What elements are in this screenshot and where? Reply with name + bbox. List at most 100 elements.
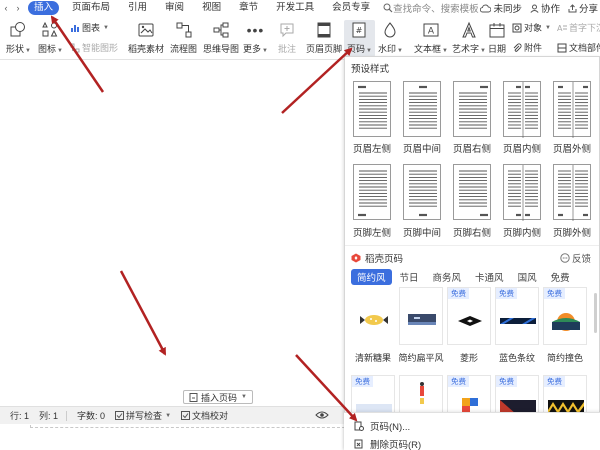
tab-member[interactable]: 会员专享 — [323, 1, 379, 15]
more-label: 更多 — [243, 44, 262, 54]
thumb-blue-stripe[interactable]: 免费 — [495, 287, 539, 345]
tab-references[interactable]: 引用 — [119, 1, 156, 15]
footer-right-label: 页脚右侧 — [452, 228, 491, 239]
menu-item-delete-page-number[interactable]: 删除页码(R) — [354, 437, 421, 450]
status-col: 列: 1 — [39, 411, 59, 421]
flowchart-button[interactable]: 流程图 — [170, 20, 197, 55]
category-free[interactable]: 免费 — [545, 269, 576, 285]
smart-shape-icon — [70, 43, 80, 52]
icon-button[interactable]: 图标▼ — [38, 20, 63, 55]
thumb-label-simple-flat: 简约扁平风 — [398, 353, 444, 363]
header-right-template[interactable] — [453, 81, 491, 137]
header-footer-icon — [317, 22, 331, 38]
footer-inside-template[interactable] — [503, 164, 541, 221]
more-button[interactable]: ••• 更多▼ — [243, 20, 268, 55]
date-button[interactable]: 日期 — [488, 20, 506, 55]
category-simple[interactable]: 简约风 — [351, 269, 392, 285]
section-divider — [345, 245, 599, 246]
status-bar: 行: 1 列: 1 字数: 0 拼写检查 ▼ 文档校对 — [0, 406, 345, 424]
proofread-button[interactable]: 文档校对 — [181, 409, 228, 422]
tab-developer[interactable]: 开发工具 — [267, 1, 323, 15]
share-icon — [568, 3, 577, 12]
tab-page-layout[interactable]: 页面布局 — [63, 1, 119, 15]
tab-section[interactable]: 章节 — [230, 1, 267, 15]
textbox-label: 文本框 — [414, 44, 442, 54]
header-center-template[interactable] — [403, 81, 441, 137]
page-number-popup-menu: 页码(N)... 删除页码(R) — [344, 412, 600, 450]
mindmap-button[interactable]: 思维导图 — [203, 20, 239, 55]
chart-label: 图表 — [82, 23, 101, 33]
smart-shape-button[interactable]: 智能图形 — [70, 41, 118, 54]
tab-insert[interactable]: 插入 — [28, 1, 60, 15]
page-number-button[interactable]: # 页码▼ — [344, 20, 375, 57]
doc-parts-label: 文档部件 — [569, 43, 600, 53]
attachment-button[interactable]: 附件 — [512, 41, 542, 54]
category-tabs: 简约风 节日 商务风 卡通风 国风 免费 — [351, 269, 578, 285]
object-button[interactable]: 对象 ▼ — [512, 21, 551, 34]
spellcheck-button[interactable]: 拼写检查 ▼ — [115, 409, 171, 422]
panel-scrollbar[interactable] — [594, 293, 597, 333]
share-button[interactable]: 分享 — [568, 1, 598, 15]
shape-button[interactable]: 形状▼ — [6, 20, 31, 55]
page-number-label: 页码 — [347, 44, 366, 54]
feedback-button[interactable]: 反馈 — [560, 251, 591, 265]
thumb-color-block[interactable]: 免费 — [543, 287, 587, 345]
tab-view[interactable]: 视图 — [193, 1, 230, 15]
doc-parts-button[interactable]: 文档部件 — [557, 41, 600, 54]
thumb-simple-flat[interactable] — [399, 287, 443, 345]
shell-page-number-header: 稻壳页码 — [351, 251, 403, 265]
shell-material-button[interactable]: 稻壳素材 — [128, 20, 164, 55]
free-badge: 免费 — [496, 288, 517, 299]
footer-center-label: 页脚中间 — [402, 228, 441, 239]
chart-button[interactable]: 图表 ▼ — [70, 21, 109, 34]
header-left-template[interactable] — [353, 81, 391, 137]
flat-landscape-icon — [408, 314, 436, 325]
thumb-label-diamond: 菱形 — [459, 353, 478, 363]
thumb-diamond[interactable]: 免费 — [447, 287, 491, 345]
header-right-label: 页眉右侧 — [452, 144, 491, 155]
date-label: 日期 — [488, 44, 507, 54]
category-festival[interactable]: 节日 — [394, 269, 425, 285]
wordart-button[interactable]: 艺术字▼ — [452, 20, 486, 55]
tab-review[interactable]: 审阅 — [156, 1, 193, 15]
status-wordcount[interactable]: 字数: 0 — [77, 409, 105, 422]
menu-item-page-number[interactable]: 页码(N)... — [354, 419, 410, 433]
mindmap-label: 思维导图 — [203, 44, 240, 54]
mindmap-icon — [213, 22, 229, 38]
object-label: 对象 — [524, 23, 543, 33]
shape-label: 形状 — [6, 44, 25, 54]
free-badge: 免费 — [352, 376, 373, 387]
command-search[interactable]: 查找命令、搜索模板 — [383, 1, 479, 15]
material-icon — [138, 23, 154, 37]
eye-icon[interactable] — [315, 410, 329, 422]
category-cartoon[interactable]: 卡通风 — [469, 269, 510, 285]
dropcap-button[interactable]: A 首字下沉 — [557, 21, 600, 34]
sync-status[interactable]: 未同步 — [480, 1, 522, 15]
document-canvas[interactable]: 插入页码 ▼ — [0, 61, 345, 428]
watermark-button[interactable]: 水印▼ — [378, 20, 403, 55]
header-inside-template[interactable] — [503, 81, 541, 138]
page-number-small-icon — [189, 392, 198, 402]
paperclip-icon — [513, 43, 522, 52]
comment-button[interactable]: 批注 — [278, 20, 296, 55]
category-chinese[interactable]: 国风 — [512, 269, 543, 285]
header-footer-button[interactable]: 页眉页脚 — [306, 20, 342, 55]
collab-button[interactable]: 协作 — [530, 1, 560, 15]
svg-text:#: # — [356, 26, 363, 35]
header-center-label: 页眉中间 — [402, 144, 441, 155]
dropcap-icon: A — [557, 24, 567, 33]
thumb-fresh-candy[interactable] — [351, 287, 395, 345]
category-business[interactable]: 商务风 — [427, 269, 468, 285]
footer-center-template[interactable] — [403, 164, 441, 220]
footer-left-template[interactable] — [353, 164, 391, 220]
header-outside-template[interactable] — [553, 81, 591, 138]
header-footer-label: 页眉页脚 — [306, 44, 343, 54]
footer-outside-template[interactable] — [553, 164, 591, 221]
textbox-button[interactable]: A 文本框▼ — [414, 20, 448, 55]
insert-page-number-button[interactable]: 插入页码 ▼ — [183, 390, 253, 404]
footer-right-template[interactable] — [453, 164, 491, 220]
nav-forward-icon[interactable]: › — [12, 3, 24, 13]
nav-back-icon[interactable]: ‹ — [0, 3, 12, 13]
dropcap-label: 首字下沉 — [569, 23, 600, 33]
menu-item-page-number-label: 页码(N)... — [370, 422, 411, 433]
